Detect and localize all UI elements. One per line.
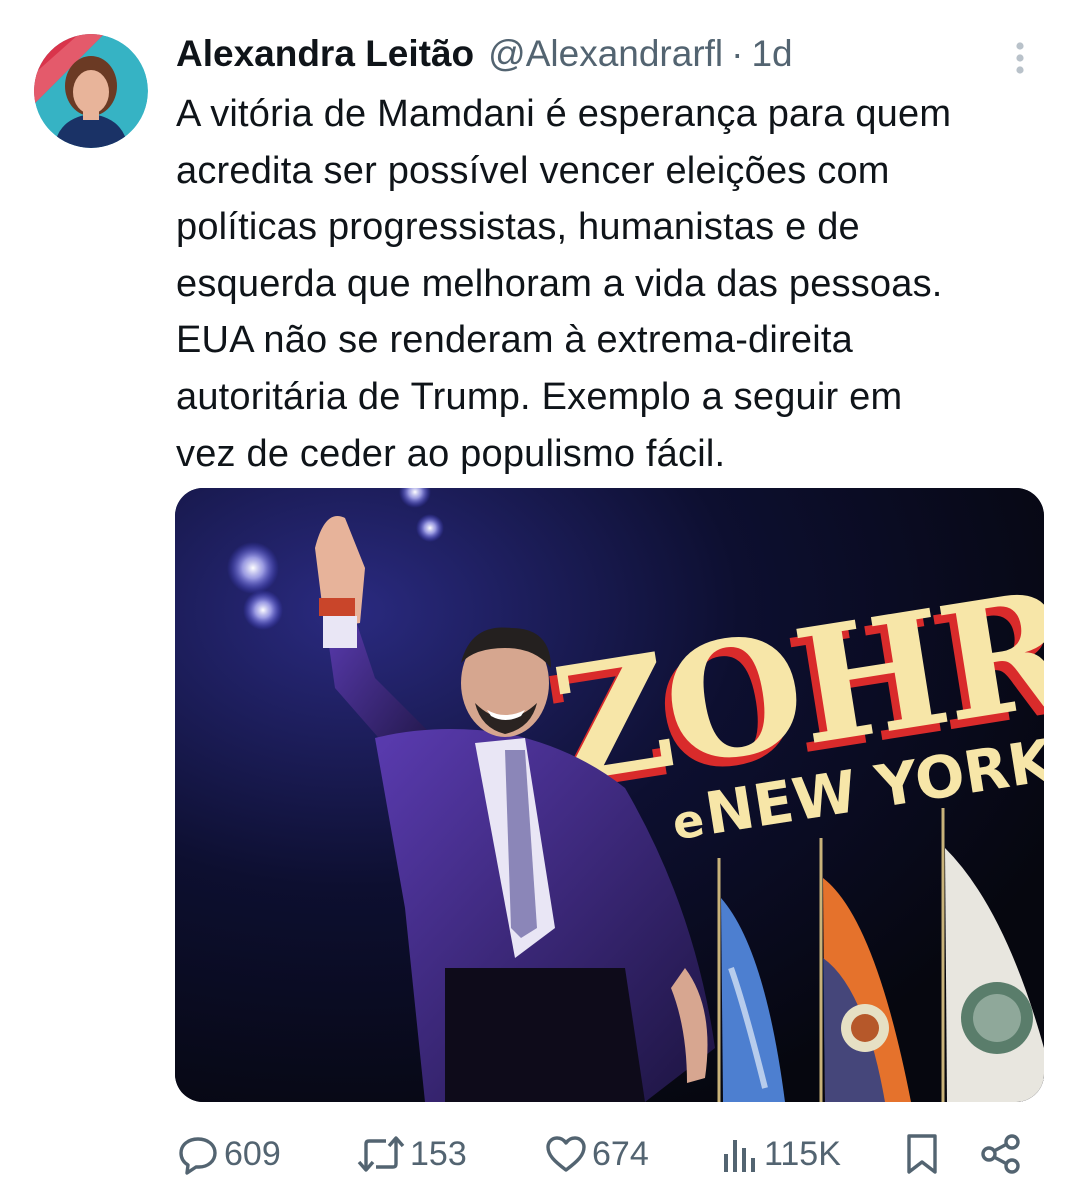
author-name[interactable]: Alexandra Leitão (176, 33, 474, 75)
repost-button[interactable]: 153 (356, 1124, 467, 1184)
like-button[interactable]: 674 (544, 1124, 649, 1184)
reply-icon (176, 1132, 220, 1176)
separator: · (731, 33, 744, 74)
tweet-timestamp[interactable]: 1d (751, 33, 792, 75)
views-count: 115K (764, 1134, 841, 1173)
views-icon (720, 1132, 760, 1176)
share-button[interactable] (978, 1124, 1024, 1184)
bookmark-button[interactable] (902, 1124, 942, 1184)
tweet-text: A vitória de Mamdani é esperança para qu… (176, 93, 952, 475)
more-vertical-icon[interactable] (1002, 38, 1038, 78)
repost-icon (356, 1132, 406, 1176)
tweet-image[interactable]: ZOHRA ZOHRA e NEW YORK (175, 488, 1044, 1102)
avatar[interactable] (34, 34, 148, 148)
tweet-header: Alexandra Leitão @Alexandrarfl · 1d (176, 28, 793, 80)
bookmark-icon (902, 1132, 942, 1176)
like-icon (544, 1132, 588, 1176)
reply-button[interactable]: 609 (176, 1124, 281, 1184)
tweet-actions: 609 153 674 115K (0, 1124, 1077, 1184)
like-count: 674 (592, 1134, 649, 1173)
author-handle[interactable]: @Alexandrarfl (488, 33, 723, 75)
reply-count: 609 (224, 1134, 281, 1173)
views-button[interactable]: 115K (720, 1124, 841, 1184)
repost-count: 153 (410, 1134, 467, 1173)
share-icon (978, 1132, 1024, 1176)
